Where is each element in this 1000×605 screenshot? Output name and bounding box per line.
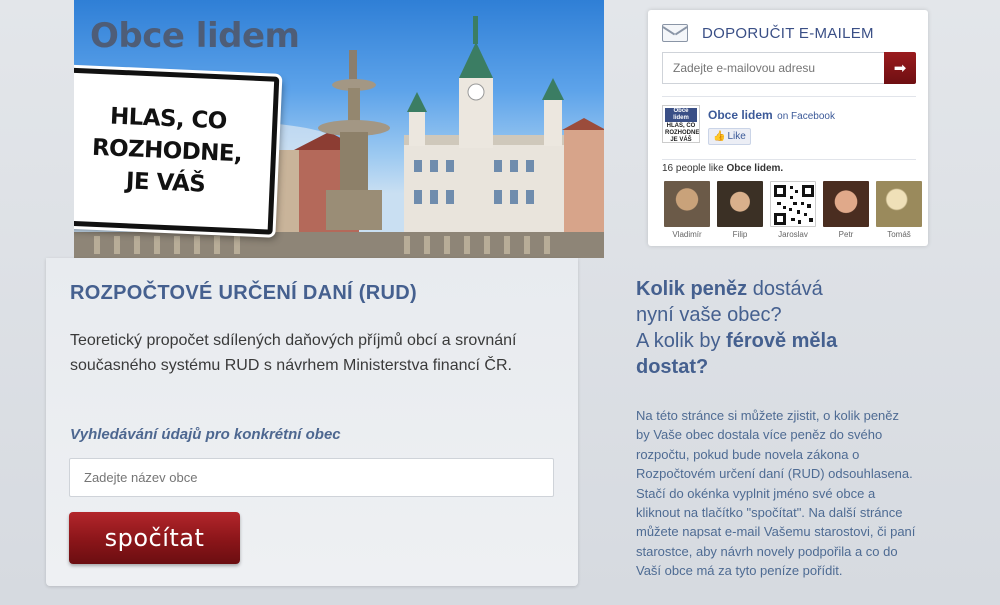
facebook-like-button[interactable]: 👍 Like — [708, 128, 751, 145]
envelope-icon — [662, 24, 688, 42]
calculate-button[interactable]: spočítat — [69, 512, 240, 564]
email-recommend-header: DOPORUČIT E-MAILEM — [662, 22, 874, 44]
fan-avatar[interactable]: Vladimír — [662, 181, 712, 239]
info-text: Na této stránce si můžete zjistit, o kol… — [636, 408, 916, 579]
facebook-page-thumbnail[interactable]: Obce lidem HLAS, CO ROZHODNE, JE VÁŠ — [662, 105, 700, 143]
site-title: Obce lidem — [90, 16, 300, 56]
arrow-right-icon: ➡ — [893, 60, 907, 77]
fan-avatar[interactable]: Petr — [821, 181, 871, 239]
fan-avatar[interactable]: Tomáš — [874, 181, 924, 239]
avatar — [823, 181, 869, 227]
q3-start: A kolik by — [636, 330, 721, 352]
share-panel: DOPORUČIT E-MAILEM ➡ Obce lidem HLAS, CO… — [648, 10, 928, 246]
email-input[interactable] — [662, 52, 884, 84]
qr-code-avatar — [770, 181, 816, 227]
facebook-fans: Vladimír Filip Jaroslav Petr Tomáš — [662, 181, 927, 239]
fan-avatar[interactable]: Filip — [715, 181, 765, 239]
hero-banner: Obce lidem HLAS, CO ROZHODNE, JE VÁŠ — [74, 0, 604, 258]
facebook-like-box: Obce lidem HLAS, CO ROZHODNE, JE VÁŠ Obc… — [662, 96, 922, 242]
fan-name: Petr — [838, 230, 854, 239]
like-count-page: Obce lidem. — [726, 163, 784, 174]
fan-name: Jaroslav — [778, 230, 808, 239]
page-description: Teoretický propočet sdílených daňových p… — [70, 332, 517, 374]
rud-search-card: ROZPOČTOVÉ URČENÍ DANÍ (RUD) Teoretický … — [46, 258, 578, 586]
thumbs-up-icon: 👍 — [713, 131, 726, 142]
slogan-text: HLAS, CO ROZHODNE, JE VÁŠ — [91, 103, 243, 198]
municipality-search-input[interactable] — [69, 458, 554, 497]
email-form: ➡ — [662, 52, 916, 84]
thumbnail-title: Obce lidem — [665, 108, 697, 122]
like-count-prefix: 16 people like — [662, 163, 724, 174]
q2: nyní vaše obec? — [636, 304, 782, 326]
thumbnail-text: HLAS, CO ROZHODNE, JE VÁŠ — [665, 123, 700, 143]
facebook-page-info: Obce lidem HLAS, CO ROZHODNE, JE VÁŠ Obc… — [662, 105, 835, 145]
fan-name: Tomáš — [887, 230, 911, 239]
avatar — [664, 181, 710, 227]
fan-name: Vladimír — [672, 230, 702, 239]
like-label: Like — [727, 131, 746, 142]
headline-question: Kolik peněz dostává nyní vaše obec? A ko… — [636, 276, 896, 380]
q1-rest: dostává — [752, 278, 823, 300]
q4-bold: dostat? — [636, 356, 709, 378]
q1-bold: Kolik peněz — [636, 278, 748, 300]
fan-name: Filip — [732, 230, 748, 239]
email-recommend-title: DOPORUČIT E-MAILEM — [702, 24, 874, 42]
facebook-page-link[interactable]: Obce lidem — [708, 108, 773, 122]
q3-bold: férově měla — [726, 330, 838, 352]
search-heading: Vyhledávání údajů pro konkrétní obec — [70, 426, 341, 443]
divider — [662, 159, 916, 160]
avatar — [876, 181, 922, 227]
fan-avatar[interactable]: Jaroslav — [768, 181, 818, 239]
page-title: ROZPOČTOVÉ URČENÍ DANÍ (RUD) — [70, 282, 417, 304]
facebook-on-label: on Facebook — [777, 111, 835, 122]
avatar — [717, 181, 763, 227]
email-submit-button[interactable]: ➡ — [884, 52, 916, 84]
slogan-sign: HLAS, CO ROZHODNE, JE VÁŠ — [74, 67, 280, 235]
facebook-like-count: 16 people like Obce lidem. — [662, 163, 783, 174]
